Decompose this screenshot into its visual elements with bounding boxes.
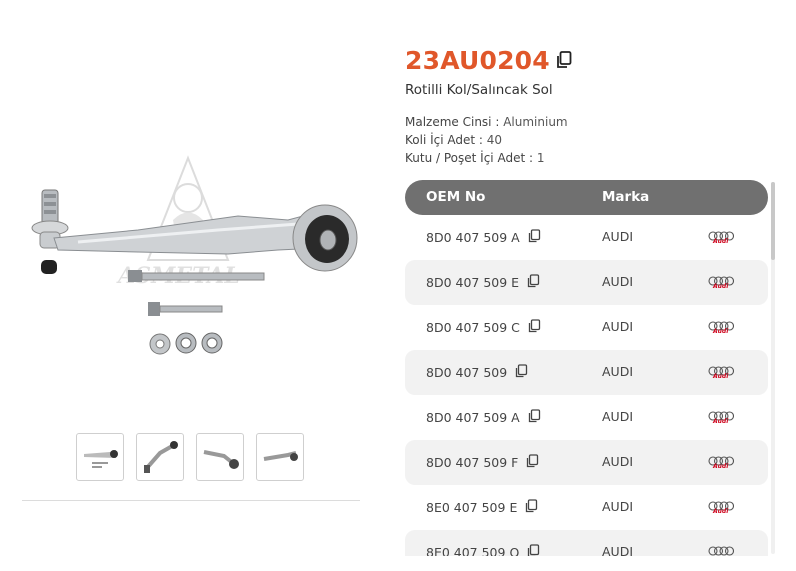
audi-logo-text: Audi (713, 238, 729, 245)
oem-number-text: 8D0 407 509 A (426, 230, 520, 245)
copy-icon[interactable] (527, 274, 540, 291)
oem-number-text: 8D0 407 509 A (426, 410, 520, 425)
audi-logo-text: Audi (713, 373, 729, 380)
table-row: 8D0 407 509 E AUDI Audi (405, 260, 768, 305)
audi-logo-text: Audi (713, 418, 729, 425)
table-row: 8D0 407 509 A AUDI Audi (405, 395, 768, 440)
product-title-row: 23AU0204 (405, 46, 572, 75)
brand-name: AUDI (602, 409, 634, 424)
audi-rings-icon: Audi (708, 452, 735, 474)
oem-number-text: 8D0 407 509 C (426, 320, 520, 335)
audi-rings-icon: Audi (708, 272, 735, 294)
brand-name: AUDI (602, 544, 634, 556)
spec-value: Aluminium (503, 115, 568, 129)
product-code: 23AU0204 (405, 46, 550, 75)
thumbnail-1-image (84, 450, 118, 468)
spec-key: Kutu / Poşet İçi Adet : (405, 151, 534, 165)
audi-logo-text: Audi (713, 463, 729, 470)
oem-number: 8E0 407 509 Q (426, 544, 540, 556)
oem-number: 8D0 407 509 C (426, 319, 541, 336)
copy-icon[interactable] (526, 454, 539, 471)
table-row: 8D0 407 509 F AUDI Audi (405, 440, 768, 485)
table-row: 8D0 407 509 AUDI Audi (405, 350, 768, 395)
thumbnail-2[interactable] (136, 433, 184, 481)
scrollbar-thumb[interactable] (771, 182, 775, 260)
audi-rings-icon: Audi (708, 497, 735, 519)
oem-number: 8D0 407 509 A (426, 409, 541, 426)
table-row: 8E0 407 509 Q AUDI (405, 530, 768, 556)
oem-number-text: 8D0 407 509 (426, 365, 508, 380)
audi-rings-icon: Audi (708, 362, 735, 384)
audi-rings-icon (708, 542, 735, 556)
spec-pack-quantity: Kutu / Poşet İçi Adet : 1 (405, 149, 568, 167)
thumbnail-1[interactable] (76, 433, 124, 481)
audi-rings-icon: Audi (708, 317, 735, 339)
spec-value: 40 (486, 133, 503, 147)
copy-icon[interactable] (525, 499, 538, 516)
oem-number: 8D0 407 509 A (426, 229, 541, 246)
spec-key: Malzeme Cinsi : (405, 115, 500, 129)
thumbnail-4-image (263, 451, 298, 461)
copy-icon[interactable] (528, 319, 541, 336)
audi-logo-text: Audi (713, 328, 729, 335)
thumbnail-3-image (203, 450, 239, 469)
copy-icon[interactable] (527, 544, 540, 556)
brand-name: AUDI (602, 229, 634, 244)
audi-rings-icon: Audi (708, 227, 735, 249)
brand-name: AUDI (602, 454, 634, 469)
product-gallery: ASMETAL (0, 0, 380, 571)
thumbnail-4[interactable] (256, 433, 304, 481)
spec-box-quantity: Koli İçi Adet : 40 (405, 131, 568, 149)
brand-name: AUDI (602, 499, 634, 514)
oem-number-text: 8D0 407 509 F (426, 455, 519, 470)
table-row: 8D0 407 509 C AUDI Audi (405, 305, 768, 350)
thumbnail-strip (76, 433, 304, 481)
header-oem-no: OEM No (426, 189, 486, 205)
table-scrollbar[interactable] (771, 182, 775, 554)
copy-icon[interactable] (515, 364, 528, 381)
brand-name: AUDI (602, 364, 634, 379)
table-row: 8D0 407 509 A AUDI Audi (405, 215, 768, 260)
oem-number: 8D0 407 509 (426, 364, 528, 381)
oem-number: 8D0 407 509 F (426, 454, 539, 471)
audi-logo-text: Audi (713, 283, 729, 290)
main-product-image[interactable]: ASMETAL (18, 150, 368, 370)
spec-list: Malzeme Cinsi : Aluminium Koli İçi Adet … (405, 113, 568, 167)
oem-number-text: 8E0 407 509 E (426, 500, 518, 515)
spec-value: 1 (536, 151, 545, 165)
oem-number-text: 8D0 407 509 E (426, 275, 520, 290)
gallery-divider (22, 500, 360, 501)
oem-table: OEM No Marka 8D0 407 509 A AUDI Audi 8D0 40… (405, 180, 768, 556)
spec-key: Koli İçi Adet : (405, 133, 483, 147)
product-name: Rotilli Kol/Salıncak Sol (405, 82, 553, 98)
table-header: OEM No Marka (405, 180, 768, 215)
copy-icon[interactable] (528, 229, 541, 246)
audi-logo-text: Audi (713, 508, 729, 515)
audi-rings-icon: Audi (708, 407, 735, 429)
oem-number: 8E0 407 509 E (426, 499, 538, 516)
thumbnail-3[interactable] (196, 433, 244, 481)
table-row: 8E0 407 509 E AUDI Audi (405, 485, 768, 530)
oem-number-text: 8E0 407 509 Q (426, 545, 520, 556)
spec-material: Malzeme Cinsi : Aluminium (405, 113, 568, 131)
brand-name: AUDI (602, 274, 634, 289)
thumbnail-2-image (144, 441, 178, 473)
oem-number: 8D0 407 509 E (426, 274, 540, 291)
brand-name: AUDI (602, 319, 634, 334)
product-details: 23AU0204 Rotilli Kol/Salıncak Sol Malzem… (405, 0, 796, 571)
header-brand: Marka (602, 189, 650, 205)
copy-icon[interactable] (556, 50, 572, 73)
copy-icon[interactable] (528, 409, 541, 426)
table-body: 8D0 407 509 A AUDI Audi 8D0 407 509 E AUDI Au… (405, 215, 768, 556)
